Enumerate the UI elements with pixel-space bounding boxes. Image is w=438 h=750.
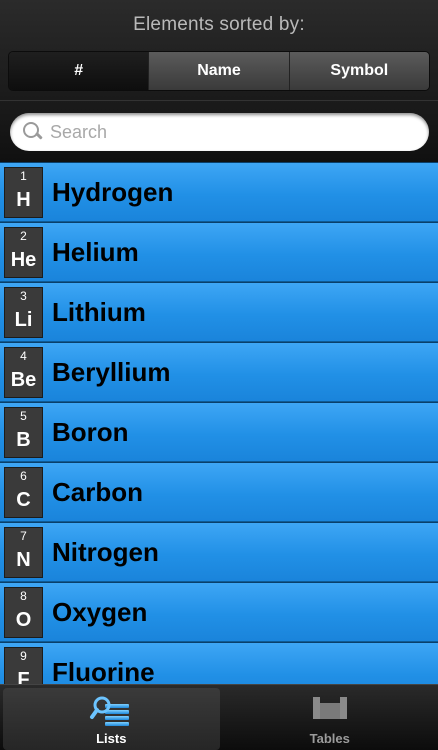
sort-by-number-segment[interactable]: #: [9, 52, 149, 90]
search-bar: [0, 100, 438, 162]
list-item[interactable]: 1 H Hydrogen: [0, 162, 438, 222]
list-item[interactable]: 6 C Carbon: [0, 462, 438, 522]
tab-label: Tables: [309, 731, 350, 746]
lists-icon: [90, 696, 130, 726]
page-title: Elements sorted by:: [133, 14, 305, 35]
tab-lists[interactable]: Lists: [3, 688, 220, 750]
element-tile: 2 He: [4, 227, 43, 278]
sort-by-symbol-segment[interactable]: Symbol: [288, 52, 429, 90]
search-icon: [22, 121, 44, 143]
element-symbol: Li: [14, 309, 33, 331]
list-item[interactable]: 4 Be Beryllium: [0, 342, 438, 402]
element-name: Helium: [52, 237, 139, 267]
element-symbol: H: [16, 189, 31, 211]
element-tile: 7 N: [4, 527, 43, 578]
search-field[interactable]: [10, 113, 429, 151]
element-name: Lithium: [52, 297, 146, 327]
tab-tables[interactable]: Tables: [222, 685, 438, 750]
atomic-number: 6: [20, 469, 27, 483]
tab-label: Lists: [96, 731, 127, 746]
atomic-number: 8: [20, 589, 27, 603]
atomic-number: 1: [20, 169, 27, 183]
list-item[interactable]: 7 N Nitrogen: [0, 522, 438, 582]
element-name: Oxygen: [52, 597, 148, 627]
element-name: Nitrogen: [52, 537, 159, 567]
element-symbol: N: [16, 549, 31, 571]
element-tile: 8 O: [4, 587, 43, 638]
atomic-number: 4: [20, 349, 27, 363]
element-symbol: He: [10, 249, 37, 271]
nav-header: Elements sorted by: # Name Symbol: [0, 0, 438, 100]
list-item[interactable]: 2 He Helium: [0, 222, 438, 282]
element-name: Hydrogen: [52, 177, 174, 207]
atomic-number: 7: [20, 529, 27, 543]
element-name: Fluorine: [52, 657, 155, 684]
element-tile: 9 F: [4, 647, 43, 684]
element-list[interactable]: 1 H Hydrogen 2 He Helium 3 Li Lithium 4 …: [0, 162, 438, 684]
element-name: Beryllium: [52, 357, 171, 387]
element-tile: 5 B: [4, 407, 43, 458]
element-symbol: O: [15, 609, 32, 631]
list-item[interactable]: 3 Li Lithium: [0, 282, 438, 342]
element-tile: 1 H: [4, 167, 43, 218]
list-item[interactable]: 8 O Oxygen: [0, 582, 438, 642]
element-symbol: Be: [10, 369, 37, 391]
atomic-number: 2: [20, 229, 27, 243]
atomic-number: 9: [20, 649, 27, 663]
element-symbol: C: [16, 489, 31, 511]
element-name: Boron: [52, 417, 129, 447]
tab-bar: Lists Tables: [0, 684, 438, 750]
element-symbol: F: [17, 669, 30, 684]
element-tile: 3 Li: [4, 287, 43, 338]
element-tile: 6 C: [4, 467, 43, 518]
list-item[interactable]: 9 F Fluorine: [0, 642, 438, 684]
element-name: Carbon: [52, 477, 143, 507]
atomic-number: 3: [20, 289, 27, 303]
sort-segmented-control[interactable]: # Name Symbol: [8, 51, 430, 91]
list-item[interactable]: 5 B Boron: [0, 402, 438, 462]
atomic-number: 5: [20, 409, 27, 423]
tables-icon: [312, 697, 347, 719]
search-input[interactable]: [50, 121, 390, 143]
element-tile: 4 Be: [4, 347, 43, 398]
element-symbol: B: [16, 429, 31, 451]
sort-by-name-segment[interactable]: Name: [148, 52, 289, 90]
